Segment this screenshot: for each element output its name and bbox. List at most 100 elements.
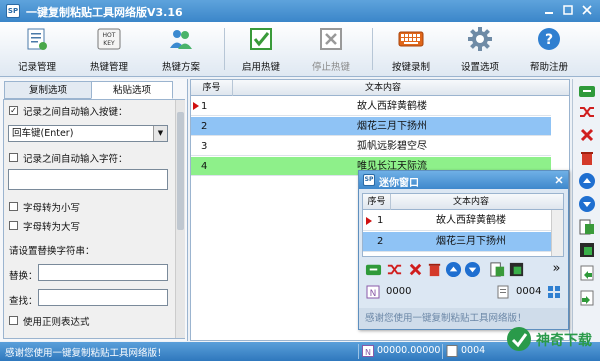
mini-counter-left: 0000 [386, 286, 412, 297]
table-row[interactable]: 2 烟花三月下扬州 [363, 232, 551, 252]
title-bar[interactable]: SP 一键复制粘贴工具网络版V3.16 [0, 0, 600, 22]
svg-text:N: N [370, 289, 377, 299]
table-row[interactable]: 2 烟花三月下扬州 [191, 117, 551, 136]
lowercase-checkbox[interactable] [9, 202, 18, 211]
row-index: 4 [201, 161, 208, 172]
mini-window: SP 迷你窗口 序号 文本内容 1 故人西辞黄鹤楼 2 烟花三月下扬州 » N … [358, 170, 569, 330]
more-button[interactable]: » [548, 261, 565, 278]
note-icon: N [366, 285, 380, 299]
auto-key-value: 回车键(Enter) [12, 128, 74, 139]
mini-column-text[interactable]: 文本内容 [391, 194, 551, 210]
export-icon[interactable] [508, 261, 525, 278]
row-index: 1 [201, 101, 208, 112]
row-index: 2 [201, 121, 208, 132]
stop-hotkey-label: 停止热键 [311, 62, 350, 73]
lowercase-label: 字母转为小写 [23, 203, 81, 214]
tab-paste-options[interactable]: 粘贴选项 [91, 81, 173, 99]
delete-icon[interactable] [578, 126, 596, 144]
shuffle-icon[interactable] [386, 261, 403, 278]
users-icon [170, 30, 192, 49]
record-manage-icon [27, 28, 47, 50]
status-counter-1: 00000.00000 [377, 345, 441, 356]
mini-toolbar: » [362, 260, 564, 280]
replace-input[interactable] [38, 264, 168, 281]
import-icon[interactable] [489, 261, 506, 278]
hotkey-icon-text-2: KEY [103, 40, 115, 47]
row-text: 烟花三月下扬州 [436, 236, 506, 247]
enable-hotkey-button[interactable]: 启用热键 [232, 24, 290, 75]
checkbox-checked-icon [250, 28, 272, 50]
mini-grid-header: 序号 文本内容 [363, 194, 563, 210]
current-row-marker-icon [193, 102, 199, 110]
paste-icon[interactable] [578, 264, 596, 282]
hotkey-scheme-button[interactable]: 热键方案 [152, 24, 210, 75]
settings-button[interactable]: 设置选项 [451, 24, 509, 75]
paste-options-body: ✓ 记录之间自动输入按键： 回车键(Enter) ▼ 记录之间自动输入字符： 字… [3, 99, 185, 339]
mini-scrollbar[interactable] [551, 210, 563, 256]
grid-header: 序号 文本内容 [191, 80, 569, 96]
export-icon[interactable] [578, 241, 596, 259]
uppercase-label: 字母转为大写 [23, 222, 81, 233]
auto-key-checkbox[interactable]: ✓ [9, 106, 18, 115]
uppercase-checkbox[interactable] [9, 221, 18, 230]
column-index[interactable]: 序号 [191, 80, 233, 96]
app-icon: SP [6, 4, 20, 18]
copy-icon[interactable] [578, 289, 596, 307]
auto-key-select[interactable]: 回车键(Enter) ▼ [8, 125, 168, 142]
current-row-marker-icon [366, 217, 372, 225]
close-button[interactable] [578, 2, 596, 18]
find-input[interactable] [38, 289, 168, 306]
import-icon[interactable] [578, 218, 596, 236]
grid-icon[interactable] [548, 286, 560, 298]
row-text: 故人西辞黄鹤楼 [357, 101, 427, 112]
column-text[interactable]: 文本内容 [233, 80, 533, 96]
options-scrollbar[interactable] [175, 100, 185, 338]
auto-char-label: 记录之间自动输入字符： [23, 154, 128, 165]
trash-icon[interactable] [578, 149, 596, 167]
record-manage-button[interactable]: 记录管理 [8, 24, 66, 75]
move-up-icon[interactable] [445, 261, 462, 278]
scrollbar-thumb[interactable] [177, 112, 184, 230]
keyboard-icon [398, 31, 424, 47]
replace-label: 替换： [9, 271, 38, 282]
move-down-icon[interactable] [464, 261, 481, 278]
chevron-down-icon[interactable]: ▼ [153, 126, 167, 141]
move-down-icon[interactable] [578, 195, 596, 213]
trash-icon[interactable] [426, 261, 443, 278]
minimize-button[interactable] [540, 2, 558, 18]
enter-icon[interactable] [365, 261, 382, 278]
gear-icon [468, 27, 492, 51]
mini-records-grid: 序号 文本内容 1 故人西辞黄鹤楼 2 烟花三月下扬州 [362, 193, 564, 257]
regex-label: 使用正则表达式 [23, 317, 90, 328]
hotkey-manage-button[interactable]: HOT KEY 热键管理 [80, 24, 138, 75]
help-register-button[interactable]: ? 帮助注册 [520, 24, 578, 75]
table-row[interactable]: 1 故人西辞黄鹤楼 [191, 97, 551, 116]
row-text: 故人西辞黄鹤楼 [436, 215, 506, 226]
auto-char-input[interactable] [8, 169, 168, 190]
hotkey-icon: HOT KEY [97, 28, 121, 50]
tab-copy-options[interactable]: 复制选项 [4, 81, 92, 99]
mini-close-button[interactable] [553, 174, 565, 186]
table-row[interactable]: 3 孤帆远影碧空尽 [191, 137, 551, 156]
mini-app-icon: SP [363, 174, 375, 186]
delete-icon[interactable] [407, 261, 424, 278]
key-record-button[interactable]: 按键录制 [382, 24, 440, 75]
maximize-button[interactable] [559, 2, 577, 18]
auto-char-checkbox[interactable] [9, 153, 18, 162]
regex-checkbox[interactable] [9, 316, 18, 325]
stop-hotkey-button[interactable]: 停止热键 [302, 24, 360, 75]
mini-status: N 0000 0004 [362, 283, 564, 303]
note-icon: N [362, 345, 374, 357]
toolbar-separator [372, 28, 373, 70]
move-up-icon[interactable] [578, 172, 596, 190]
hotkey-scheme-label: 热键方案 [161, 62, 200, 73]
table-row[interactable]: 1 故人西辞黄鹤楼 [363, 211, 551, 231]
mini-title-bar[interactable]: SP 迷你窗口 [359, 171, 568, 189]
enter-icon[interactable] [578, 82, 596, 100]
mini-counter-right: 0004 [516, 286, 542, 297]
toolbar-separator [224, 28, 225, 70]
settings-label: 设置选项 [460, 62, 499, 73]
shuffle-icon[interactable] [578, 103, 596, 121]
mini-column-index[interactable]: 序号 [363, 194, 391, 210]
close-icon [582, 5, 592, 15]
